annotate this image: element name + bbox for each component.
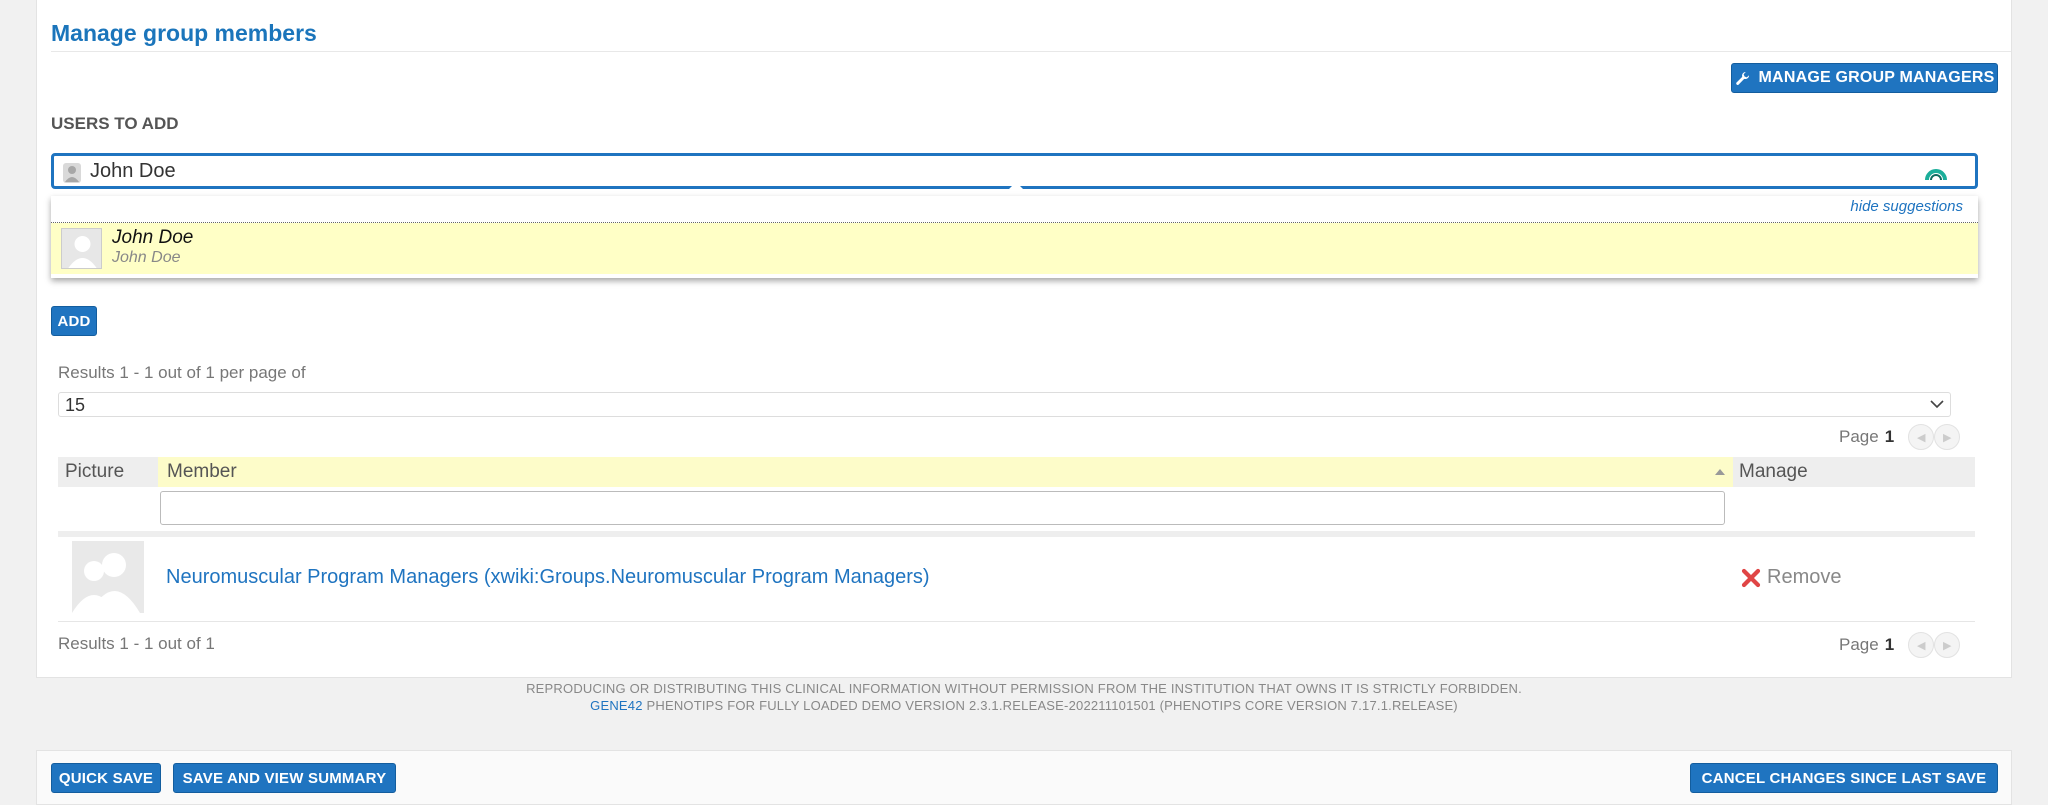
prev-page-icon[interactable]: ◀ <box>1908 424 1935 450</box>
column-header-member[interactable]: Member <box>158 457 1733 487</box>
per-page-select[interactable]: 15 <box>58 392 1951 417</box>
page-number: 1 <box>1884 427 1895 446</box>
version-text: PHENOTIPS FOR FULLY LOADED DEMO VERSION … <box>642 698 1458 713</box>
page-title: Manage group members <box>51 20 317 46</box>
page-number: 1 <box>1884 635 1895 654</box>
add-button[interactable]: ADD <box>51 306 97 336</box>
per-page-value: 15 <box>65 395 86 415</box>
suggestion-subtitle: John Doe <box>112 249 181 266</box>
column-header-manage: Manage <box>1733 457 1975 487</box>
quick-save-button[interactable]: QUICK SAVE <box>51 763 161 793</box>
remove-member-button[interactable]: Remove <box>1741 566 1841 589</box>
sort-ascending-icon <box>1715 469 1725 475</box>
version-info: GENE42 PHENOTIPS FOR FULLY LOADED DEMO V… <box>0 698 2048 713</box>
page-label: Page <box>1839 427 1879 446</box>
pagination-top: Page 1 ◀ ▶ <box>1839 424 1961 450</box>
wrench-icon <box>1735 71 1749 85</box>
brand-link[interactable]: GENE42 <box>590 698 643 713</box>
manage-group-managers-label: MANAGE GROUP MANAGERS <box>1758 69 1995 86</box>
manage-group-managers-button[interactable]: MANAGE GROUP MANAGERS <box>1731 63 1998 93</box>
next-page-icon[interactable]: ▶ <box>1934 632 1961 658</box>
column-header-member-label: Member <box>167 461 237 482</box>
column-header-picture: Picture <box>58 457 158 487</box>
table-divider <box>58 531 1975 537</box>
pagination-bottom: Page 1 ◀ ▶ <box>1839 632 1961 658</box>
cancel-changes-button[interactable]: CANCEL CHANGES SINCE LAST SAVE <box>1690 763 1998 793</box>
results-summary-bottom: Results 1 - 1 out of 1 <box>58 634 215 653</box>
remove-label: Remove <box>1767 566 1842 588</box>
suggestions-dropdown: hide suggestions John Doe John Doe <box>51 196 1978 278</box>
member-link[interactable]: Neuromuscular Program Managers (xwiki:Gr… <box>166 566 930 589</box>
suggestion-avatar <box>61 228 102 269</box>
title-divider <box>51 51 2011 52</box>
page-label: Page <box>1839 635 1879 654</box>
input-caret <box>1006 182 1026 192</box>
loading-spinner-icon <box>1925 169 1947 181</box>
users-to-add-label: USERS TO ADD <box>51 114 179 133</box>
group-avatar <box>72 541 144 613</box>
results-summary-top: Results 1 - 1 out of 1 per page of <box>58 363 306 382</box>
prev-page-icon[interactable]: ◀ <box>1908 632 1935 658</box>
member-filter-input[interactable] <box>160 491 1725 525</box>
chevron-down-icon <box>1930 400 1944 409</box>
users-to-add-input[interactable] <box>90 158 1950 184</box>
user-icon <box>63 163 81 183</box>
hide-suggestions-link[interactable]: hide suggestions <box>1850 198 1963 215</box>
row-divider <box>58 621 1975 622</box>
legal-notice: REPRODUCING OR DISTRIBUTING THIS CLINICA… <box>526 681 1522 696</box>
save-and-view-summary-button[interactable]: SAVE AND VIEW SUMMARY <box>173 763 396 793</box>
next-page-icon[interactable]: ▶ <box>1934 424 1961 450</box>
suggestion-item[interactable]: John Doe John Doe <box>51 223 1978 274</box>
suggestion-name: John Doe <box>112 227 194 248</box>
close-icon <box>1741 568 1761 587</box>
